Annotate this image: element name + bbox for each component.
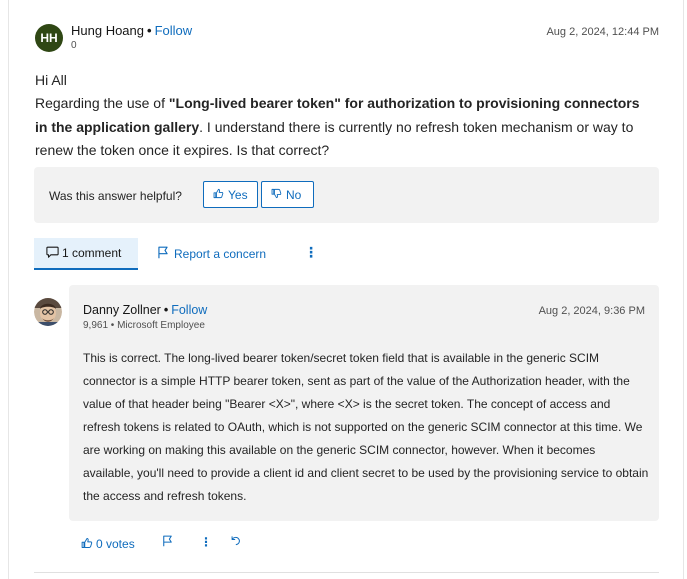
commenter-avatar[interactable] [34,298,62,326]
thumbs-up-icon [81,537,93,552]
comments-tab[interactable]: 1 comment [34,238,138,270]
author-name[interactable]: Hung Hoang [71,23,144,38]
comment-actions: 0 votes [81,535,135,553]
report-concern-link[interactable]: Report a concern [157,246,266,262]
follow-link[interactable]: Follow [155,23,193,38]
question-author: Hung Hoang • Follow [71,23,192,39]
question-text-prefix: Regarding the use of [35,95,169,112]
avatar[interactable]: HH [35,24,63,52]
commenter-follow-link[interactable]: Follow [171,303,207,317]
more-vertical-icon: ⋮ [304,244,318,260]
comment-body: This is correct. The long-lived bearer t… [83,351,649,503]
greeting-text: Hi All [35,72,67,88]
flag-icon [162,535,173,550]
upvote-button[interactable]: 0 votes [81,537,135,552]
thumbs-up-icon [213,188,224,202]
comment-card: Danny Zollner • Follow 9,961 • Microsoft E… [69,285,659,521]
yes-button[interactable]: Yes [203,181,258,208]
reply-icon [230,535,241,549]
reputation-count: 0 [71,40,77,51]
no-button[interactable]: No [261,181,314,208]
report-label: Report a concern [174,247,267,261]
commenter-reputation: 9,961 • Microsoft Employee [83,320,205,331]
helpful-panel: Was this answer helpful? Yes No [34,167,659,223]
yes-label: Yes [228,187,248,202]
comment-date: Aug 2, 2024, 9:36 PM [538,305,645,317]
reply-button[interactable] [230,535,241,549]
votes-label: 0 votes [96,537,135,551]
separator-dot: • [147,23,152,38]
thumbs-down-icon [271,188,282,202]
question-body: Hi All Regarding the use of "Long-lived … [35,69,655,162]
more-options-button[interactable]: ⋮ [304,244,318,261]
more-vertical-icon: ⋮ [200,535,212,549]
avatar-photo [34,298,62,326]
comments-tab-label: 1 comment [62,246,122,260]
commenter-name[interactable]: Danny Zollner [83,303,161,317]
no-label: No [286,187,302,202]
comment-more-button[interactable]: ⋮ [200,535,212,549]
comment-author: Danny Zollner • Follow [83,302,207,318]
helpful-label: Was this answer helpful? [49,189,182,203]
flag-icon [157,246,169,262]
question-paragraph: Regarding the use of "Long-lived bearer … [35,92,655,162]
divider [34,572,659,573]
comment-icon [46,246,59,261]
report-comment-button[interactable] [162,535,173,550]
separator-dot: • [163,303,169,317]
post-date: Aug 2, 2024, 12:44 PM [546,26,659,38]
